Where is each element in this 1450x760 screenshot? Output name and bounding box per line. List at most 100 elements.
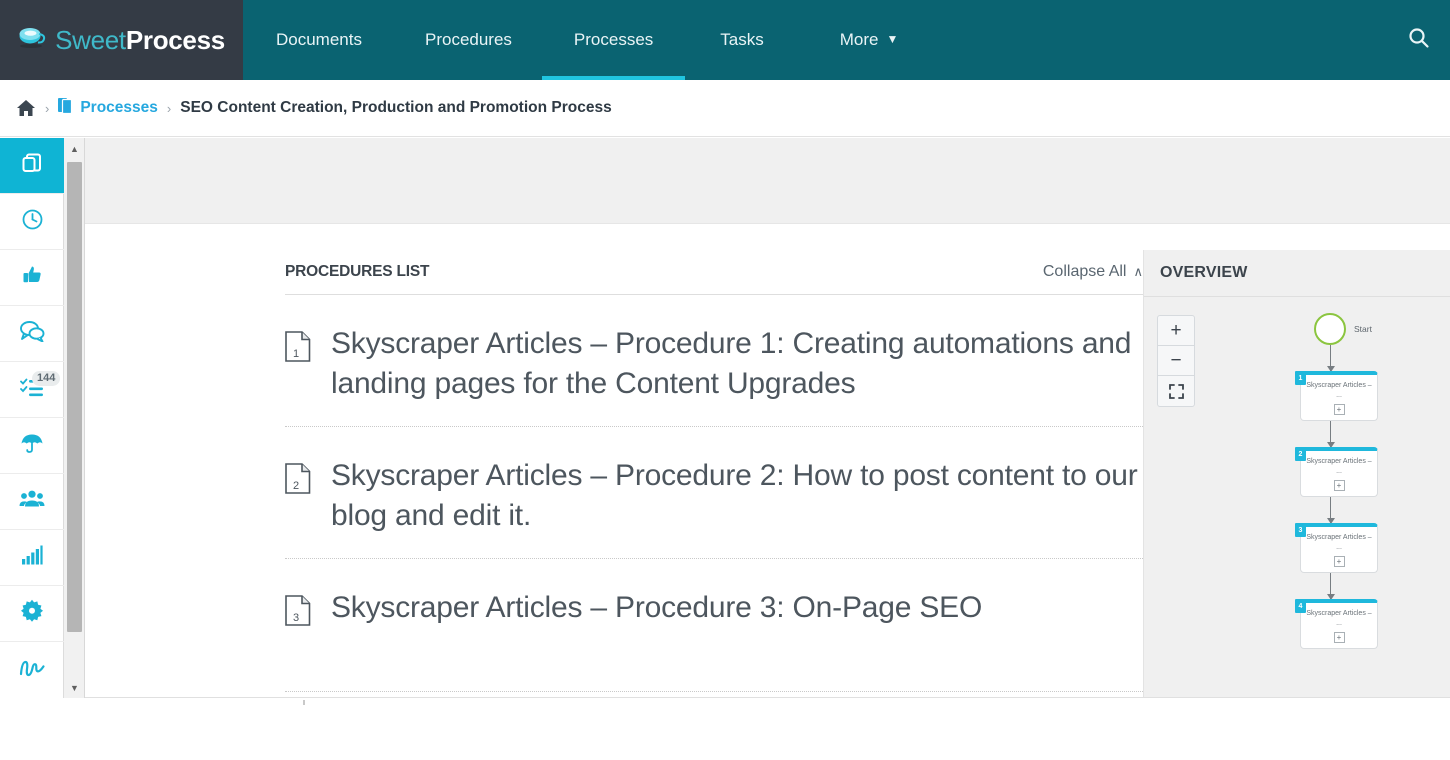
home-icon[interactable] — [16, 99, 36, 117]
nav-label-more: More — [839, 30, 879, 49]
svg-text:3: 3 — [293, 612, 299, 624]
breadcrumb-link-processes[interactable]: Processes — [58, 97, 158, 119]
flowchart-node[interactable]: 1 Skyscraper Articles – ... + — [1295, 371, 1378, 421]
flowchart-node-number: 3 — [1295, 523, 1306, 537]
logo-wordmark: SweetProcess — [55, 25, 225, 56]
sidebar-scroll-thumb[interactable] — [67, 162, 82, 632]
flowchart-node-expand-button[interactable]: + — [1333, 404, 1345, 415]
sidebar-scroll-down-button[interactable]: ▼ — [64, 677, 85, 698]
left-sidebar: 144 — [0, 138, 64, 698]
content-header-band — [85, 138, 1450, 224]
nav-item-documents[interactable]: Documents — [243, 0, 395, 80]
sidebar-scrollbar[interactable]: ▲ ▼ — [64, 138, 85, 698]
procedure-title: Skyscraper Articles – Procedure 3: On-Pa… — [331, 591, 983, 624]
process-flowchart: Start 1 Skyscraper Articles – ... + 2 Sk… — [1294, 313, 1444, 649]
procedure-title: Skyscraper Articles – Procedure 1: Creat… — [331, 327, 1132, 400]
breadcrumb-current-page: SEO Content Creation, Production and Pro… — [180, 99, 612, 116]
nav-item-tasks[interactable]: Tasks — [685, 0, 798, 80]
nav-item-more[interactable]: More ▼ — [799, 0, 929, 80]
collapse-all-button[interactable]: Collapse All ∧ — [1043, 263, 1143, 281]
document-number-icon: 3 — [285, 595, 311, 631]
flow-connector-arrow — [1327, 345, 1335, 372]
flow-connector-arrow — [1327, 421, 1335, 448]
sidebar-item-signatures[interactable] — [0, 642, 64, 698]
main-content-area: PROCEDURES LIST Collapse All ∧ 1 Skyscra… — [85, 138, 1450, 697]
flowchart-node-number: 4 — [1295, 599, 1306, 613]
nav-label-procedures: Procedures — [424, 30, 512, 49]
coffee-cup-icon — [18, 27, 48, 53]
flow-connector-arrow — [1327, 497, 1335, 524]
flowchart-node-label: Skyscraper Articles – ... — [1306, 610, 1372, 627]
flowchart-node-expand-button[interactable]: + — [1333, 556, 1345, 567]
sidebar-item-policies[interactable] — [0, 418, 64, 474]
sidebar-item-reports[interactable] — [0, 530, 64, 586]
breadcrumb-separator-1: › — [45, 100, 50, 116]
sidebar-item-tasks[interactable]: 144 — [0, 362, 64, 418]
svg-text:1: 1 — [293, 348, 299, 360]
nav-label-tasks: Tasks — [720, 30, 764, 49]
start-label: Start — [1354, 324, 1372, 334]
badge-star-icon — [20, 599, 44, 628]
flowchart-node-label: Skyscraper Articles – ... — [1306, 382, 1372, 399]
overview-header: OVERVIEW — [1144, 250, 1450, 297]
sidebar-item-documents[interactable] — [0, 138, 64, 194]
zoom-out-button[interactable]: − — [1158, 346, 1194, 376]
sidebar-item-comments[interactable] — [0, 306, 64, 362]
procedures-list-header: PROCEDURES LIST Collapse All ∧ — [285, 263, 1143, 295]
document-number-icon: 1 — [285, 331, 311, 367]
fit-screen-button[interactable] — [1158, 376, 1194, 406]
chevron-up-icon: ∧ — [1133, 264, 1143, 279]
procedures-list-panel: PROCEDURES LIST Collapse All ∧ 1 Skyscra… — [285, 263, 1143, 692]
flowchart-node-number: 1 — [1295, 371, 1306, 385]
nav-label-processes: Processes — [573, 30, 654, 49]
tasks-count-badge: 144 — [32, 371, 61, 386]
procedure-list-item[interactable]: 3 Skyscraper Articles – Procedure 3: On-… — [285, 559, 1143, 692]
chevron-down-icon: ▼ — [886, 32, 899, 46]
documents-icon — [58, 97, 73, 119]
app-logo[interactable]: SweetProcess — [0, 0, 243, 80]
sidebar-item-teams[interactable] — [0, 474, 64, 530]
clock-icon — [21, 208, 44, 236]
nav-label-documents: Documents — [276, 30, 362, 49]
flowchart-node[interactable]: 4 Skyscraper Articles – ... + — [1295, 599, 1378, 649]
start-circle-icon — [1314, 313, 1346, 345]
users-icon — [19, 489, 45, 514]
signature-icon — [18, 658, 46, 683]
procedure-list-item[interactable]: 1 Skyscraper Articles – Procedure 1: Cre… — [285, 295, 1143, 427]
flowchart-canvas[interactable]: + − Start 1 Skyscraper Articles – ... + … — [1144, 297, 1450, 696]
document-number-icon: 2 — [285, 463, 311, 499]
top-navigation-bar: SweetProcess Documents Procedures Proces… — [0, 0, 1450, 80]
bar-chart-icon — [21, 545, 43, 570]
breadcrumb: › Processes › SEO Content Creation, Prod… — [0, 80, 1450, 137]
flowchart-node[interactable]: 2 Skyscraper Articles – ... + — [1295, 447, 1378, 497]
svg-text:2: 2 — [293, 480, 299, 492]
flowchart-node[interactable]: 3 Skyscraper Articles – ... + — [1295, 523, 1378, 573]
sidebar-scroll-up-button[interactable]: ▲ — [64, 138, 85, 159]
search-icon — [1408, 27, 1430, 54]
sidebar-item-certifications[interactable] — [0, 586, 64, 642]
thumbs-up-icon — [20, 263, 44, 292]
flowchart-node-expand-button[interactable]: + — [1333, 632, 1345, 643]
breadcrumb-separator-2: › — [166, 100, 172, 116]
sidebar-item-approvals[interactable] — [0, 250, 64, 306]
flowchart-node-label: Skyscraper Articles – ... — [1306, 458, 1372, 475]
search-button[interactable] — [1388, 0, 1450, 80]
sidebar-item-recent[interactable] — [0, 194, 64, 250]
collapse-all-label: Collapse All — [1042, 263, 1127, 280]
procedure-title: Skyscraper Articles – Procedure 2: How t… — [331, 459, 1138, 532]
zoom-in-button[interactable]: + — [1158, 316, 1194, 346]
flowchart-start-node[interactable]: Start — [1314, 313, 1444, 345]
overview-title: OVERVIEW — [1160, 264, 1248, 281]
logo-text-sweet: Sweet — [55, 24, 126, 55]
logo-text-process: Process — [125, 24, 225, 55]
page-scroll-marker — [303, 700, 305, 705]
overview-panel: OVERVIEW + − Start 1 Skyscraper Articles… — [1143, 250, 1450, 697]
nav-item-processes[interactable]: Processes — [541, 0, 686, 80]
flowchart-node-number: 2 — [1295, 447, 1306, 461]
content-bottom-divider — [0, 697, 1450, 698]
flowchart-node-expand-button[interactable]: + — [1333, 480, 1345, 491]
flow-connector-arrow — [1327, 573, 1335, 600]
nav-item-procedures[interactable]: Procedures — [395, 0, 542, 80]
procedures-list-title: PROCEDURES LIST — [285, 263, 430, 280]
procedure-list-item[interactable]: 2 Skyscraper Articles – Procedure 2: How… — [285, 427, 1143, 559]
